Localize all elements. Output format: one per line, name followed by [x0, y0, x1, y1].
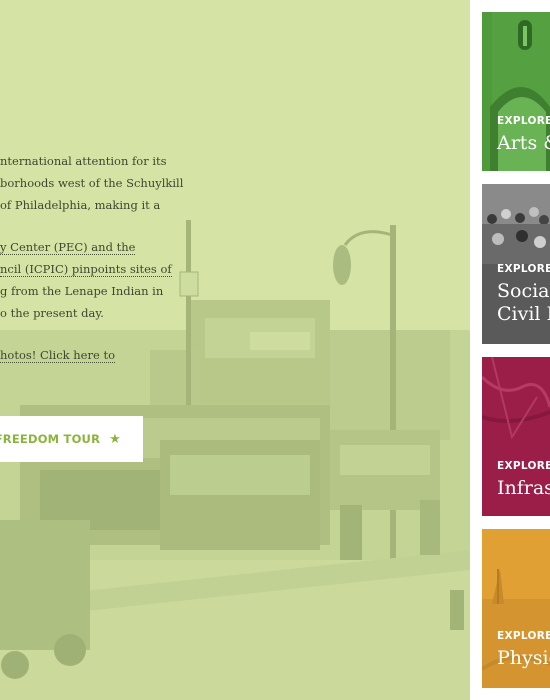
click-here-link[interactable]: hotos! Click here to	[0, 348, 115, 363]
explore-card-infrastructure[interactable]: EXPLORE Infras	[482, 357, 550, 516]
hero-text-line: of Philadelphia, making it a	[0, 198, 161, 212]
hero-text-line: o the present day.	[0, 306, 104, 320]
hero-text-line[interactable]: hotos! Click here to	[0, 344, 430, 366]
freedom-tour-label: W FREEDOM TOUR	[0, 432, 101, 446]
hero-section: nternational attention for its borhoods …	[0, 0, 470, 700]
card-title: Infras	[497, 477, 550, 499]
explore-label: EXPLORE	[497, 460, 550, 472]
hero-text-line: g from the Lenape Indian in	[0, 284, 164, 298]
star-icon: ★	[109, 431, 121, 447]
hero-text-line[interactable]: y Center (PEC) and the	[0, 236, 430, 258]
explore-card-arts[interactable]: EXPLORE Arts &	[482, 12, 550, 171]
explore-label: EXPLORE	[497, 630, 550, 642]
pec-link[interactable]: y Center (PEC) and the	[0, 240, 136, 255]
card-title: Arts &	[497, 132, 550, 154]
hero-text-line: nternational attention for its	[0, 154, 167, 168]
card-title: Physic	[497, 647, 550, 669]
explore-label: EXPLORE	[497, 263, 550, 275]
explore-label: EXPLORE	[497, 115, 550, 127]
icpic-link[interactable]: ncil (ICPIC) pinpoints sites of	[0, 262, 172, 277]
explore-cards: EXPLORE Arts & EXPLORE Social Civil R EX…	[470, 0, 550, 700]
hero-description: nternational attention for its borhoods …	[0, 150, 430, 366]
explore-card-social[interactable]: EXPLORE Social Civil R	[482, 184, 550, 344]
explore-card-physical[interactable]: EXPLORE Physic	[482, 529, 550, 688]
hero-text-line: borhoods west of the Schuylkill	[0, 176, 184, 190]
card-title: Social	[497, 280, 550, 302]
card-title: Civil R	[497, 303, 550, 325]
hero-text-line[interactable]: ncil (ICPIC) pinpoints sites of	[0, 258, 430, 280]
freedom-tour-button[interactable]: W FREEDOM TOUR ★	[0, 416, 143, 462]
